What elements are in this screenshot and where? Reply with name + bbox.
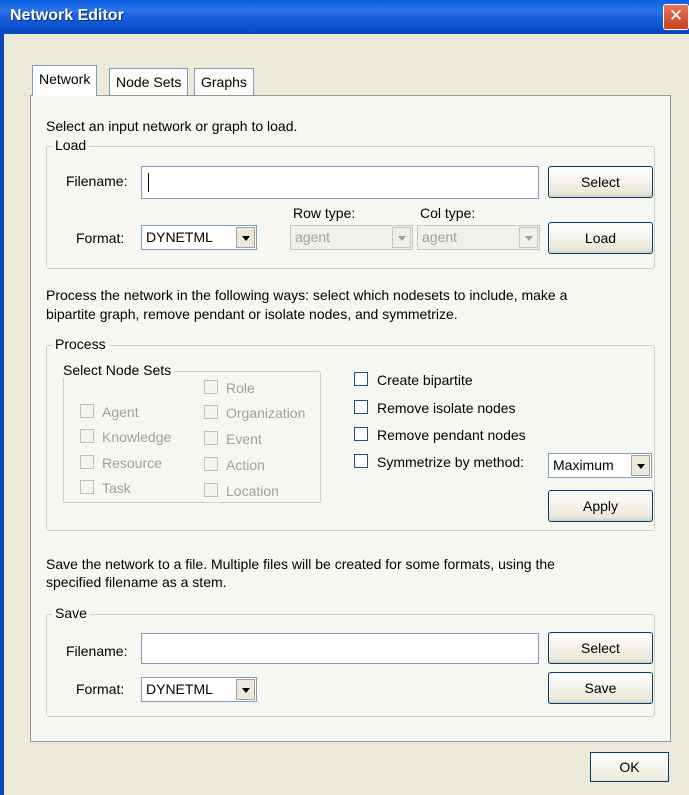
- save-description-line1: Save the network to a file. Multiple fil…: [46, 556, 555, 572]
- load-button[interactable]: Load: [548, 222, 653, 254]
- load-filename-input[interactable]: [141, 166, 539, 199]
- resource-label: Resource: [102, 455, 162, 471]
- load-select-button[interactable]: Select: [548, 166, 653, 198]
- tab-node-sets[interactable]: Node Sets: [109, 68, 189, 95]
- col-type-value: agent: [422, 229, 458, 245]
- load-legend: Load: [52, 137, 90, 153]
- remove-isolate-checkbox[interactable]: [354, 400, 368, 414]
- save-filename-label: Filename:: [66, 643, 128, 659]
- save-format-value: DYNETML: [146, 681, 213, 697]
- window-border: [0, 34, 4, 795]
- tab-graphs-label: Graphs: [201, 74, 247, 90]
- remove-pendant-checkbox[interactable]: [354, 427, 368, 441]
- tab-graphs[interactable]: Graphs: [194, 68, 254, 95]
- intro-text: Select an input network or graph to load…: [46, 118, 298, 134]
- process-description-line2: bipartite graph, remove pendant or isola…: [46, 306, 458, 322]
- chevron-down-icon: [392, 227, 411, 248]
- save-description-line2: specified filename as a stem.: [46, 574, 227, 590]
- symmetrize-checkbox[interactable]: [354, 454, 368, 468]
- close-icon[interactable]: ✕: [663, 4, 689, 30]
- save-legend: Save: [52, 605, 90, 621]
- save-format-select[interactable]: DYNETML: [141, 677, 257, 702]
- role-checkbox: [204, 380, 218, 394]
- save-format-label: Format:: [76, 681, 125, 697]
- apply-button[interactable]: Apply: [548, 490, 653, 522]
- resource-checkbox: [80, 455, 94, 469]
- row-type-value: agent: [295, 229, 331, 245]
- remove-pendant-label: Remove pendant nodes: [377, 427, 526, 443]
- chevron-down-icon[interactable]: [631, 455, 650, 476]
- organization-checkbox: [204, 405, 218, 419]
- knowledge-checkbox: [80, 429, 94, 443]
- process-legend: Process: [52, 336, 109, 352]
- event-checkbox: [204, 431, 218, 445]
- load-format-select[interactable]: DYNETML: [141, 225, 257, 250]
- load-format-value: DYNETML: [146, 229, 213, 245]
- network-editor-window: Network Editor ✕ Network Node Sets Graph…: [0, 0, 689, 795]
- ok-button[interactable]: OK: [590, 752, 669, 782]
- tab-node-sets-label: Node Sets: [116, 74, 182, 90]
- process-description-line1: Process the network in the following way…: [46, 287, 568, 303]
- load-format-label: Format:: [76, 230, 125, 246]
- text-caret: [148, 173, 149, 192]
- location-label: Location: [226, 483, 279, 499]
- action-checkbox: [204, 457, 218, 471]
- tab-network-label: Network: [39, 71, 91, 87]
- role-label: Role: [226, 380, 255, 396]
- symmetrize-method-select[interactable]: Maximum: [548, 453, 652, 478]
- save-filename-input[interactable]: [141, 633, 539, 664]
- tab-network[interactable]: Network: [32, 65, 98, 96]
- chevron-down-icon: [519, 227, 538, 248]
- task-label: Task: [102, 480, 131, 496]
- location-checkbox: [204, 483, 218, 497]
- event-label: Event: [226, 431, 262, 447]
- chevron-down-icon[interactable]: [236, 227, 255, 248]
- row-type-select: agent: [290, 225, 413, 250]
- row-type-label: Row type:: [293, 205, 356, 221]
- load-filename-label: Filename:: [66, 173, 128, 189]
- save-select-button[interactable]: Select: [548, 632, 653, 664]
- save-button[interactable]: Save: [548, 672, 653, 704]
- action-label: Action: [226, 457, 265, 473]
- symmetrize-label: Symmetrize by method:: [377, 454, 525, 470]
- create-bipartite-checkbox[interactable]: [354, 372, 368, 386]
- col-type-label: Col type:: [420, 205, 476, 221]
- window-title: Network Editor: [10, 7, 124, 24]
- organization-label: Organization: [226, 405, 306, 421]
- symmetrize-method-value: Maximum: [553, 457, 614, 473]
- task-checkbox: [80, 480, 94, 494]
- remove-isolate-label: Remove isolate nodes: [377, 400, 516, 416]
- node-sets-legend: Select Node Sets: [60, 362, 175, 378]
- agent-checkbox: [80, 404, 94, 418]
- create-bipartite-label: Create bipartite: [377, 372, 473, 388]
- title-bar[interactable]: Network Editor ✕: [0, 0, 689, 34]
- chevron-down-icon[interactable]: [236, 679, 255, 700]
- col-type-select: agent: [417, 225, 540, 250]
- knowledge-label: Knowledge: [102, 429, 172, 445]
- agent-label: Agent: [102, 404, 139, 420]
